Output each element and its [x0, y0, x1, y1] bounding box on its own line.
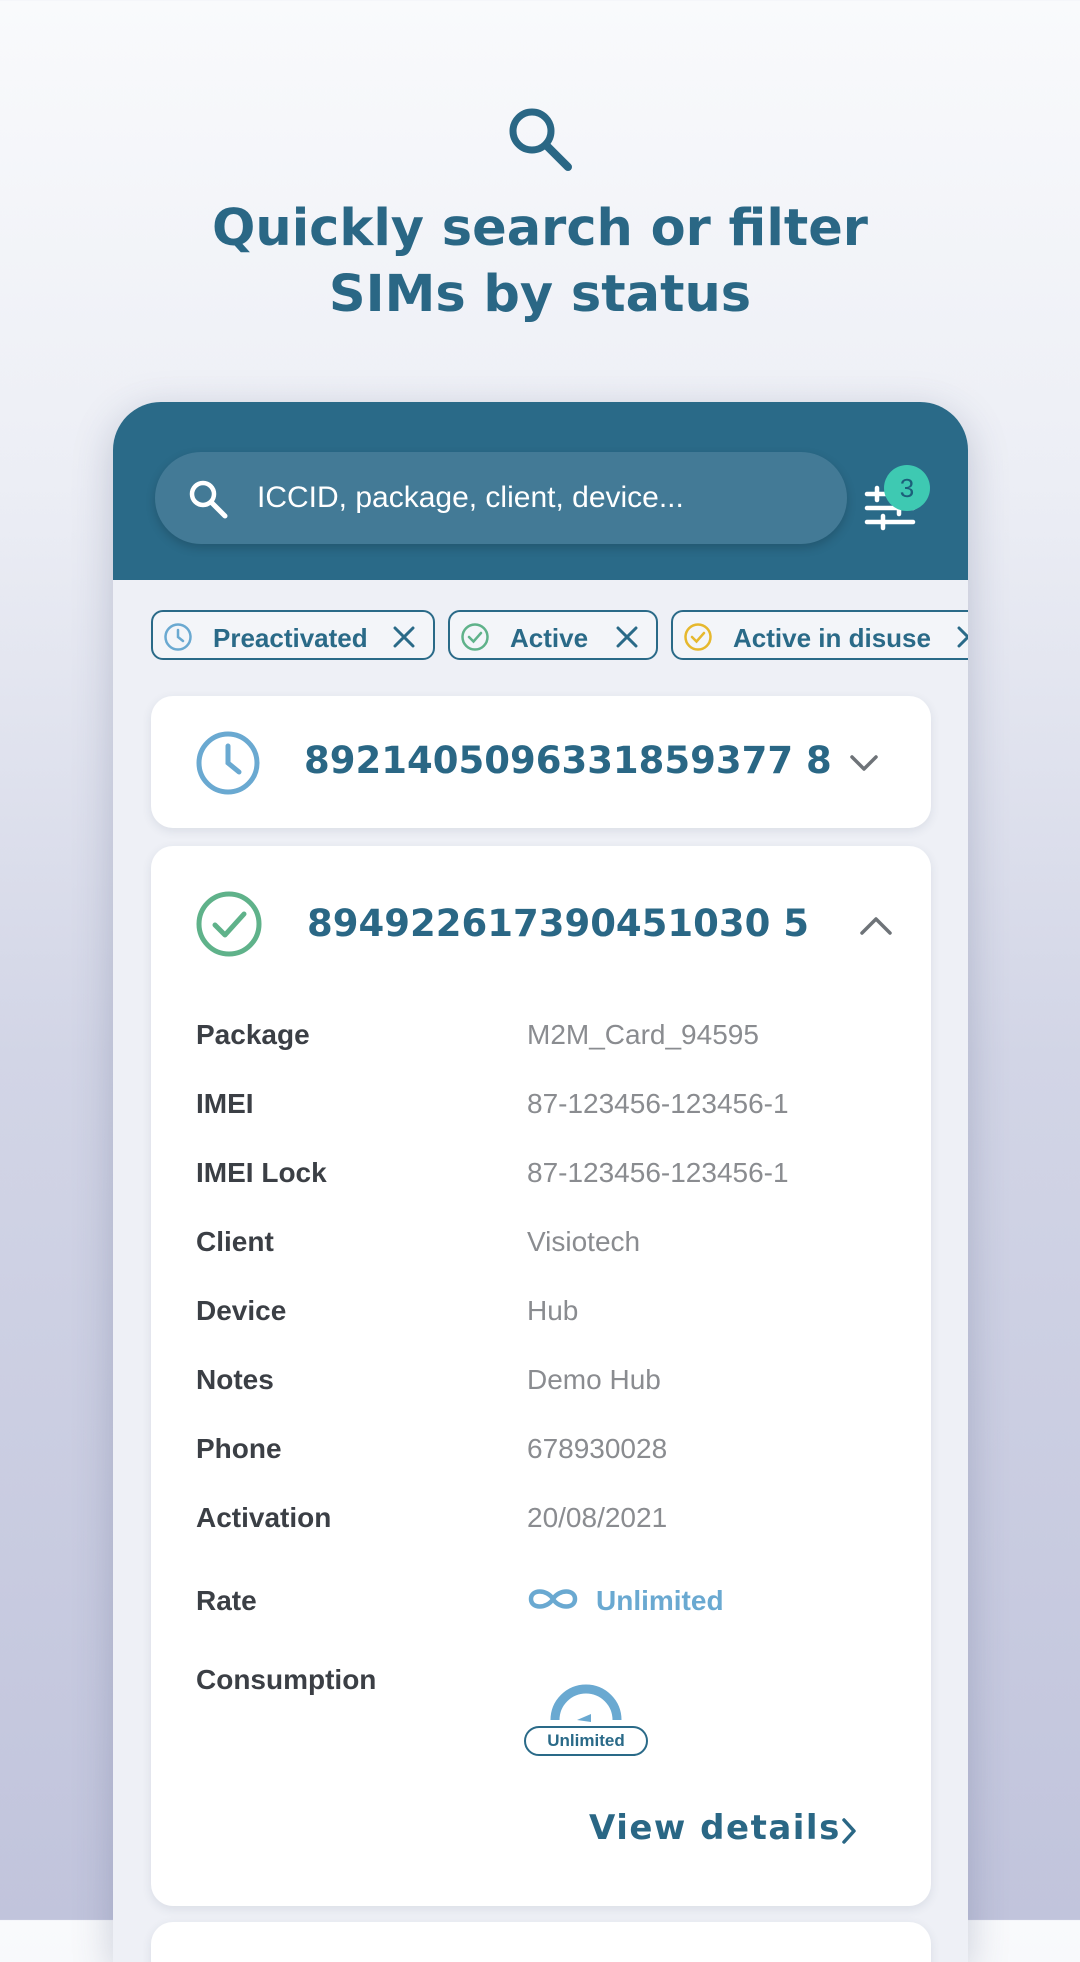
- check-circle-icon: [684, 623, 712, 651]
- sim-iccid: 894922617390451030 5: [307, 902, 810, 945]
- infinity-icon: [528, 1589, 578, 1609]
- search-placeholder: ICCID, package, client, device...: [257, 481, 684, 514]
- search-icon: [189, 480, 228, 519]
- status-filter-chips: Preactivated Active Active in disuse: [151, 610, 968, 664]
- chevron-down-icon[interactable]: [849, 752, 879, 774]
- detail-value-activation: 20/08/2021: [527, 1502, 668, 1533]
- sim-card-expanded: 894922617390451030 5 Package M2M_Card_94…: [151, 846, 931, 1906]
- close-icon[interactable]: [614, 624, 640, 650]
- chip-label: Active in disuse: [733, 623, 931, 653]
- detail-label-imei-lock: IMEI Lock: [196, 1157, 327, 1188]
- detail-label-phone: Phone: [196, 1433, 282, 1464]
- close-icon[interactable]: [955, 624, 968, 650]
- clock-icon: [196, 731, 260, 795]
- view-details-link[interactable]: View details: [589, 1808, 841, 1848]
- sim-card-next[interactable]: [151, 1922, 931, 1962]
- clock-icon: [164, 623, 192, 651]
- top-bar: ICCID, package, client, device... 3: [113, 402, 968, 580]
- search-input[interactable]: ICCID, package, client, device...: [155, 452, 847, 544]
- chip-label: Preactivated: [213, 623, 368, 653]
- detail-value-imei: 87-123456-123456-1: [527, 1088, 789, 1119]
- detail-value-device: Hub: [527, 1295, 579, 1326]
- check-circle-icon: [461, 623, 489, 651]
- chip-label: Active: [510, 623, 589, 653]
- hero-title: Quickly search or filter SIMs by status: [212, 199, 868, 324]
- detail-value-client: Visiotech: [527, 1226, 641, 1257]
- check-circle-icon: [196, 891, 262, 957]
- chip-active[interactable]: Active: [448, 610, 658, 660]
- filter-count-badge: 3: [884, 465, 930, 511]
- detail-value-notes: Demo Hub: [527, 1364, 661, 1395]
- detail-value-package: M2M_Card_94595: [527, 1019, 759, 1050]
- detail-label-device: Device: [196, 1295, 287, 1326]
- detail-label-client: Client: [196, 1226, 274, 1257]
- chip-active-in-disuse[interactable]: Active in disuse: [671, 610, 968, 660]
- chevron-up-icon[interactable]: [859, 914, 893, 938]
- chevron-right-icon[interactable]: [839, 1816, 859, 1846]
- gauge-icon: [550, 1684, 622, 1722]
- consumption-label: Consumption: [196, 1664, 377, 1695]
- sim-card-collapsed[interactable]: 8921405096331859377 8: [151, 696, 931, 828]
- detail-label-notes: Notes: [196, 1364, 274, 1395]
- chip-preactivated[interactable]: Preactivated: [151, 610, 435, 660]
- rate-label: Rate: [196, 1585, 257, 1616]
- detail-label-imei: IMEI: [196, 1088, 254, 1119]
- close-icon[interactable]: [391, 624, 417, 650]
- detail-value-phone: 678930028: [527, 1433, 668, 1464]
- rate-value: Unlimited: [596, 1585, 724, 1616]
- detail-label-activation: Activation: [196, 1502, 332, 1533]
- consumption-badge: Unlimited: [524, 1726, 648, 1756]
- detail-label-package: Package: [196, 1019, 310, 1050]
- sim-iccid: 8921405096331859377 8: [304, 739, 832, 782]
- app-screen: ICCID, package, client, device... 3 Prea…: [113, 402, 968, 1962]
- search-icon: [509, 108, 572, 171]
- detail-value-imei-lock: 87-123456-123456-1: [527, 1157, 789, 1188]
